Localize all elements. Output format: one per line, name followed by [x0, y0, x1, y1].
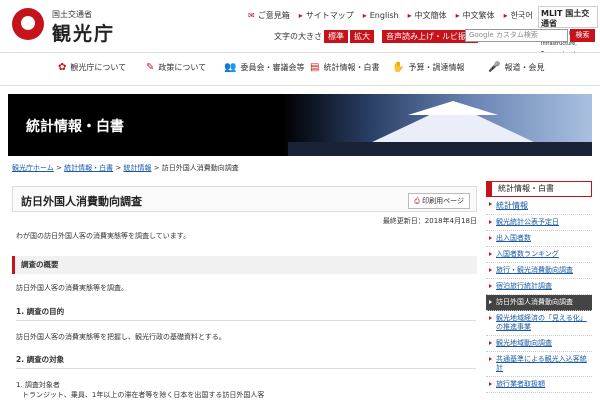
agency-logo-icon[interactable]: [12, 8, 44, 40]
pencil-icon: ✎: [146, 62, 155, 73]
handshake-icon: ✋: [392, 62, 405, 73]
sidebar-item-lodging[interactable]: 宿泊旅行統計調査: [486, 279, 592, 295]
top-links: ✉ ご意見箱 ▸ サイトマップ ▸ English ▸ 中文簡体 ▸ 中文繁体 ▸ 한국어: [248, 10, 533, 21]
sidebar-item-travel-consumption[interactable]: 旅行・観光消費動向調査: [486, 263, 592, 279]
purpose-text: 訪日外国人客の消費実態等を把握し、観光行政の基礎資料とする。: [16, 333, 226, 341]
chevron-right-icon: ▸: [407, 11, 412, 20]
purpose-heading: 1. 調査の目的: [16, 306, 476, 321]
toplink-feedback[interactable]: ✉ ご意見箱: [248, 10, 290, 21]
font-standard-button[interactable]: 標準: [324, 29, 348, 43]
snowcap-image: [408, 101, 498, 115]
microphone-icon: 🎤: [488, 62, 501, 73]
audio-ruby-button[interactable]: 音声読み上げ・ルビ振り: [382, 29, 478, 43]
banner-title: 統計情報・白書: [26, 119, 124, 135]
nav-statistics[interactable]: ▤ 統計情報・白書: [310, 62, 379, 73]
breadcrumb: 観光庁ホーム > 統計情報・白書 > 統計情報 > 訪日外国人消費動向調査: [12, 164, 239, 172]
mail-icon: ✉: [248, 11, 255, 20]
main-content: 訪日外国人消費動向調査 ⎙ 印刷用ページ 最終更新日：2018年4月18日 わが…: [12, 186, 477, 399]
nav-about[interactable]: ✿ 観光庁について: [58, 62, 126, 73]
section-overview-heading: 調査の概要: [12, 256, 477, 274]
title-box: 訪日外国人消費動向調査 ⎙ 印刷用ページ: [12, 186, 477, 212]
sidebar-item-visualization[interactable]: 観光地域経済の「見える化」の推進事業: [486, 311, 592, 336]
last-updated: 最終更新日：2018年4月18日: [382, 217, 477, 225]
people-icon: 👥: [224, 62, 237, 73]
chevron-right-icon: ▸: [455, 11, 460, 20]
search-input[interactable]: Google カスタム検索: [465, 29, 568, 42]
sidebar-item-schedule[interactable]: 観光統計公表予定日: [486, 215, 592, 231]
page-title: 訪日外国人消費動向調査: [21, 195, 142, 208]
chevron-right-icon: ▸: [503, 11, 508, 20]
toplink-chinese-traditional[interactable]: ▸ 中文繁体: [456, 10, 495, 21]
sidebar-item-regional[interactable]: 観光地域動向調査: [486, 336, 592, 352]
chart-icon: ▤: [310, 62, 320, 73]
sidebar-item-agency-handling[interactable]: 旅行業者取扱額: [486, 377, 592, 393]
sidebar-item-stats[interactable]: 統計情報: [486, 197, 592, 215]
printer-icon: ⎙: [414, 197, 420, 205]
target-heading: 2. 調査の対象: [16, 354, 476, 369]
toplink-korean[interactable]: ▸ 한국어: [504, 10, 533, 21]
print-button[interactable]: ⎙ 印刷用ページ: [408, 193, 470, 209]
breadcrumb-home[interactable]: 観光庁ホーム: [12, 164, 54, 172]
sidebar-header[interactable]: 統計情報・白書: [486, 181, 592, 197]
sidebar-item-immigration[interactable]: 出入国者数: [486, 231, 592, 247]
landscape-image: [288, 142, 592, 156]
accessibility-controls: 文字の大きさ 標準 拡大 音声読み上げ・ルビ振り: [274, 29, 478, 43]
nav-budget[interactable]: ✋ 予算・調達情報: [392, 62, 464, 73]
sidebar-item-common-standard[interactable]: 共通基準による観光入込客統計: [486, 352, 592, 377]
nav-policy[interactable]: ✎ 政策について: [146, 62, 206, 73]
sidebar: 統計情報・白書 統計情報 観光統計公表予定日 出入国者数 入国者数ランキング 旅…: [486, 181, 592, 393]
main-nav: ✿ 観光庁について ✎ 政策について 👥 委員会・審議会等 ▤ 統計情報・白書 ✋ 予算・…: [0, 52, 600, 86]
sitemap-icon: ▸: [298, 11, 303, 20]
sidebar-item-ranking[interactable]: 入国者数ランキング: [486, 247, 592, 263]
breadcrumb-current: 訪日外国人消費動向調査: [161, 164, 239, 172]
mlit-logo[interactable]: MLIT 国土交通省Ministry of Land, Infrastructu…: [538, 6, 598, 67]
section-banner: 統計情報・白書: [8, 94, 592, 156]
target-text-2: トランジット、乗員、1年以上の滞在者等を除く日本を出国する訪日外国人客: [22, 391, 265, 399]
nav-committee[interactable]: 👥 委員会・審議会等: [224, 62, 304, 73]
chevron-right-icon: ▸: [362, 11, 367, 20]
overview-text: 訪日外国人客の消費実態等を調査。: [16, 284, 128, 292]
intro-text: わが国の訪日外国人客の消費実態等を調査しています。: [16, 232, 191, 240]
target-text-1: 1. 調査対象者: [16, 381, 60, 389]
font-large-button[interactable]: 拡大: [350, 29, 374, 43]
site-header: 国土交通省 観光庁 ✉ ご意見箱 ▸ サイトマップ ▸ English ▸ 中文簡体 ▸…: [0, 0, 600, 67]
toplink-english[interactable]: ▸ English: [363, 10, 399, 21]
toplink-sitemap[interactable]: ▸ サイトマップ: [299, 10, 354, 21]
toplink-chinese-simplified[interactable]: ▸ 中文簡体: [408, 10, 447, 21]
breadcrumb-stats-white[interactable]: 統計情報・白書: [64, 164, 113, 172]
sidebar-item-visitor-consumption[interactable]: 訪日外国人消費動向調査: [486, 295, 592, 311]
breadcrumb-stats[interactable]: 統計情報: [123, 164, 151, 172]
nav-press[interactable]: 🎤 報道・会見: [488, 62, 544, 73]
flower-icon: ✿: [58, 62, 67, 73]
search-button[interactable]: 検索: [570, 29, 595, 42]
agency-name[interactable]: 観光庁: [52, 19, 115, 46]
font-size-label: 文字の大きさ: [274, 31, 322, 41]
